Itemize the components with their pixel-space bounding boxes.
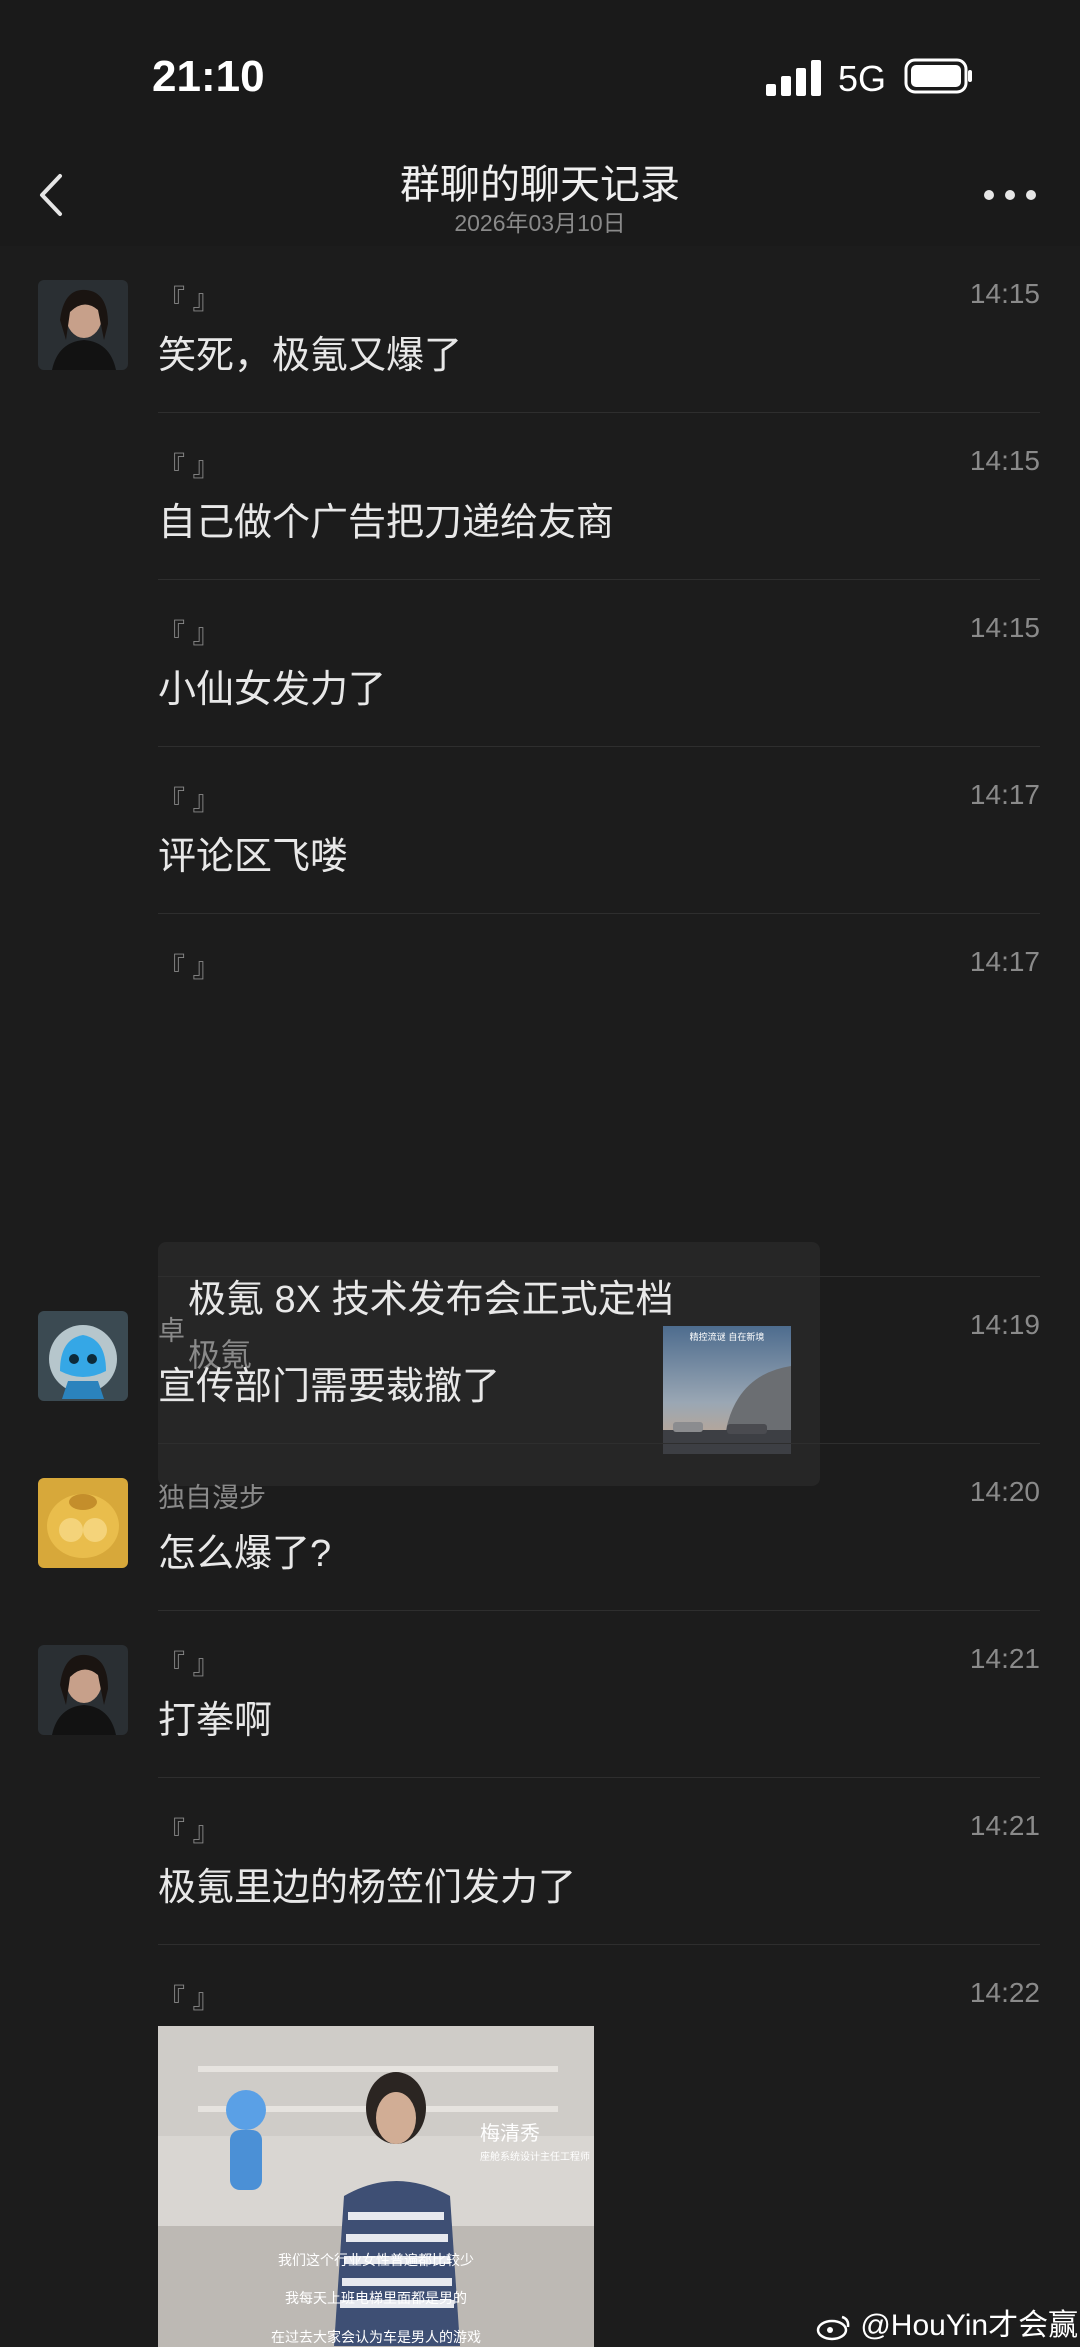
weibo-logo-icon [816,2315,850,2341]
message-time: 14:15 [969,612,1040,643]
page-title: 群聊的聊天记录 [400,163,680,207]
message-time: 14:17 [969,946,1040,977]
message-text[interactable]: 笑死，极氪又爆了 [158,324,462,379]
chat-message: 『 』 14:15 笑死，极氪又爆了 [0,246,1080,413]
video-subtitle-3: 在过去大家会认为车是男人的游戏 [271,2329,481,2346]
avatar-portrait-woman[interactable] [38,280,128,370]
video-role-tag: 座舱系统设计主任工程师 [480,2150,590,2163]
chat-message: 『 』 14:21 打拳啊 [0,1611,1080,1778]
sender-name: 『 』 [158,953,220,983]
status-bar: 21:10 5G [0,0,1080,140]
message-time: 14:15 [969,445,1040,476]
video-name-tag: 梅清秀 [480,2121,540,2145]
battery-icon [904,58,972,94]
sender-name: 『 』 [158,1817,220,1847]
message-time: 14:21 [969,1810,1040,1841]
message-time: 14:22 [969,1977,1040,2008]
chat-history-list[interactable]: 『 』 14:15 笑死，极氪又爆了 『 』 14:15 自己做个广告把刀递给友… [0,246,1080,2347]
sender-name: 『 』 [158,1650,220,1680]
chat-message: 卓 14:19 宣传部门需要裁撤了 [0,1277,1080,1444]
network-label: 5G [838,58,887,99]
message-time: 14:19 [969,1309,1040,1340]
chat-message-link: 『 』 14:17 极氪 8X 技术发布会正式定档 极氪 精控流谜 自在新境 [0,914,1080,1486]
sender-name: 『 』 [158,285,220,315]
navigation-bar: 群聊的聊天记录 2026年03月10日 [0,140,1080,246]
video-subtitle-2: 我每天上班电梯里面都是男的 [285,2291,467,2307]
chat-message: 独自漫步 14:20 怎么爆了? [0,1444,1080,1611]
message-text[interactable]: 小仙女发力了 [158,658,386,713]
message-text[interactable]: 极氪里边的杨笠们发力了 [158,1856,576,1911]
chat-message: 『 』 14:17 评论区飞喽 [0,747,1080,914]
avatar-yellow[interactable] [38,1478,128,1568]
page-subtitle-date: 2026年03月10日 [454,210,626,236]
sender-name: 『 』 [158,786,220,816]
chat-message: 『 』 14:21 极氪里边的杨笠们发力了 [0,1778,1080,1945]
signal-icon [766,60,821,96]
message-text[interactable]: 宣传部门需要裁撤了 [158,1355,500,1410]
sender-name: 『 』 [158,1984,220,2014]
chat-message: 『 』 14:15 小仙女发力了 [0,580,1080,747]
weibo-watermark: @HouYin才会赢 [816,2300,1078,2344]
message-time: 14:17 [969,779,1040,810]
video-subtitle-1: 我们这个行业女性普遍都比较少 [278,2252,474,2269]
message-time: 14:15 [969,278,1040,309]
sender-name: 『 』 [158,452,220,482]
message-text[interactable]: 打拳啊 [158,1689,272,1744]
status-time: 21:10 [152,52,265,101]
avatar-blue-cartoon[interactable] [38,1311,128,1401]
message-text[interactable]: 评论区飞喽 [158,825,348,880]
sender-name: 卓 [158,1316,185,1346]
sender-name: 『 』 [158,619,220,649]
watermark-text: @HouYin才会赢 [860,2309,1079,2342]
avatar-portrait-woman[interactable] [38,1645,128,1735]
chat-message: 『 』 14:15 自己做个广告把刀递给友商 [0,413,1080,580]
message-text[interactable]: 自己做个广告把刀递给友商 [158,491,614,546]
message-text[interactable]: 怎么爆了? [158,1522,331,1577]
message-time: 14:20 [969,1476,1040,1507]
more-options-icon[interactable] [980,180,1040,210]
video-thumbnail[interactable]: 梅清秀 座舱系统设计主任工程师 我们这个行业女性普遍都比较少 我每天上班电梯里面… [158,2026,594,2347]
message-time: 14:21 [969,1643,1040,1674]
sender-name: 独自漫步 [158,1483,266,1513]
